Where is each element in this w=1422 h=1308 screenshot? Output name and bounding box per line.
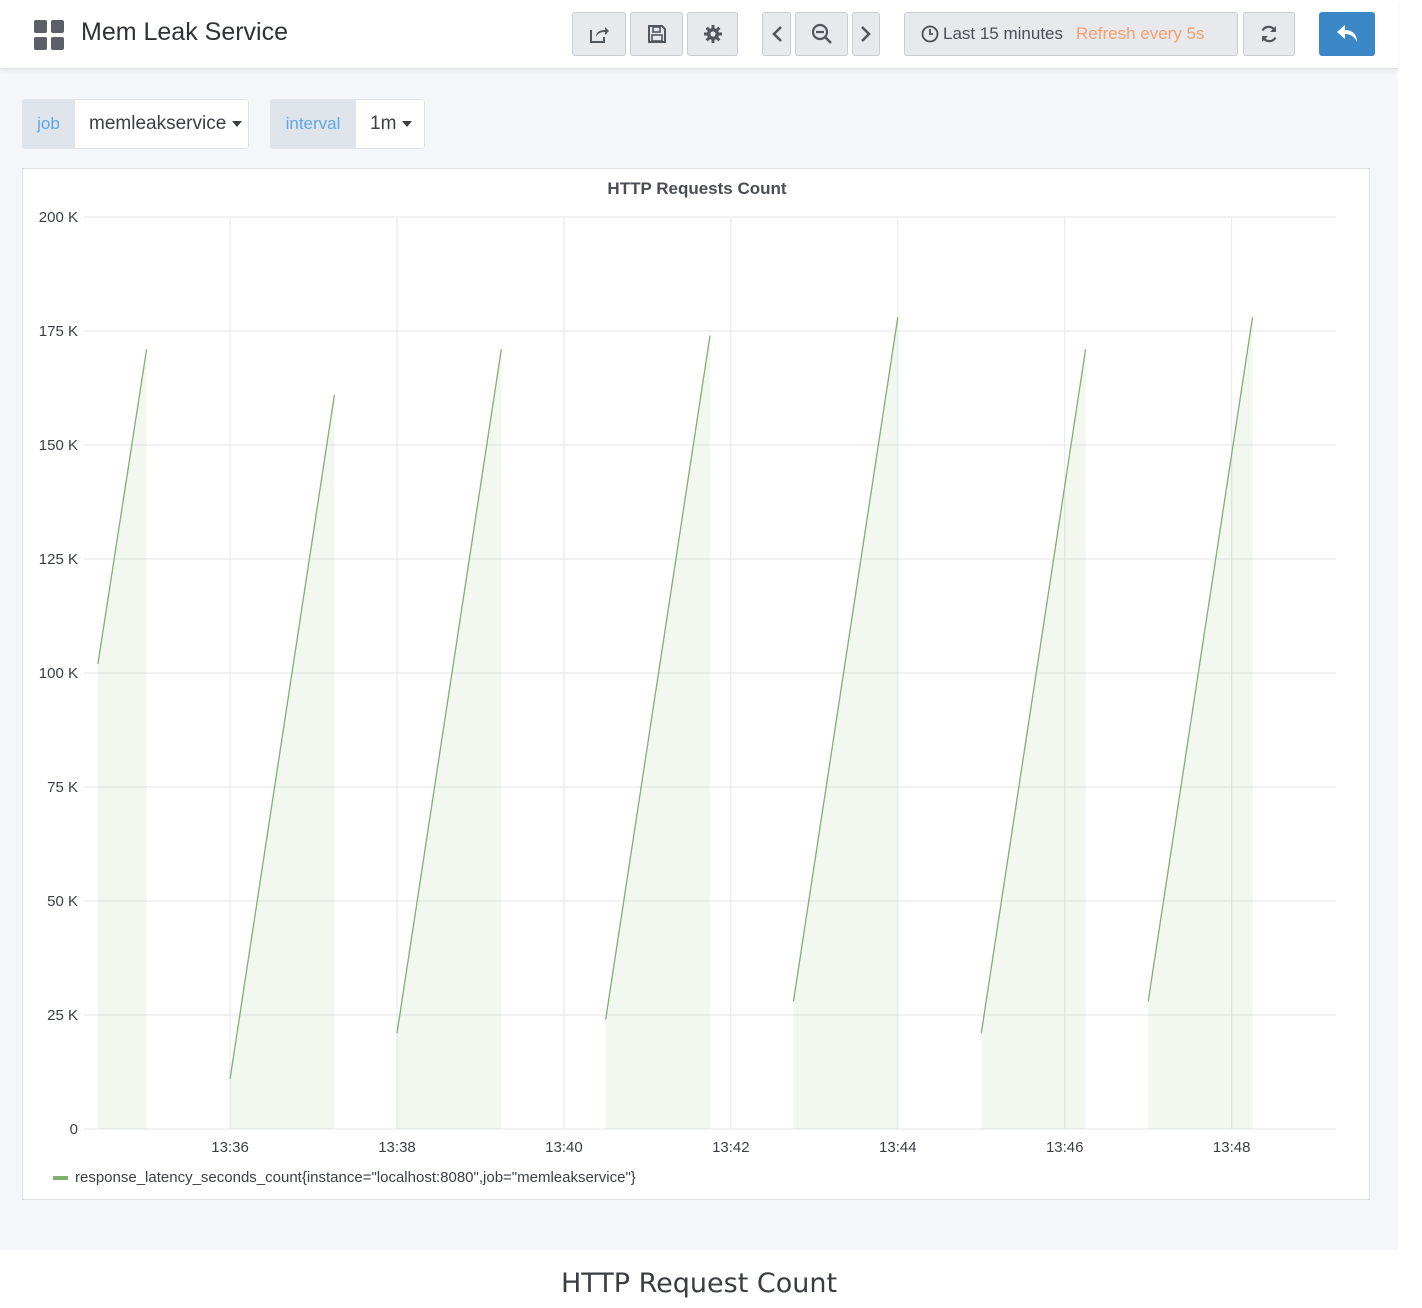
dashboard-grid-icon[interactable] xyxy=(34,20,64,50)
variable-interval: interval 1m xyxy=(270,99,425,149)
variable-job-dropdown[interactable]: memleakservice xyxy=(75,99,249,149)
y-tick-label: 75 K xyxy=(47,779,78,796)
x-tick-label: 13:38 xyxy=(378,1139,416,1156)
series-area-fill xyxy=(397,349,502,1129)
chart-legend[interactable]: response_latency_seconds_count{instance=… xyxy=(53,1169,636,1186)
time-range-label: Last 15 minutes xyxy=(943,24,1064,43)
series-area-fill xyxy=(605,335,710,1129)
series-area-fill xyxy=(981,349,1086,1129)
variable-job-value: memleakservice xyxy=(89,113,227,134)
variable-interval-value: 1m xyxy=(370,113,397,134)
dashboard-title[interactable]: Mem Leak Service xyxy=(81,18,288,47)
legend-swatch xyxy=(53,1175,68,1180)
series-area-fill xyxy=(230,394,335,1130)
share-icon xyxy=(590,27,609,43)
series-area-fill xyxy=(1148,317,1253,1129)
requests-chart: 0 25 K 50 K 75 K 100 K 125 K 150 K 175 K 200 K 1… xyxy=(39,209,1336,1156)
y-tick-label: 100 K xyxy=(39,665,78,682)
y-tick-label: 0 xyxy=(70,1121,78,1138)
caret-down-icon xyxy=(232,121,243,127)
x-tick-label: 13:44 xyxy=(879,1139,917,1156)
settings-button[interactable] xyxy=(687,12,738,56)
save-button[interactable] xyxy=(630,12,683,56)
x-tick-label: 13:42 xyxy=(712,1139,750,1156)
x-tick-label: 13:40 xyxy=(545,1139,583,1156)
refresh-interval-label: Refresh every 5s xyxy=(1076,24,1205,43)
chevron-left-icon xyxy=(771,26,782,42)
variable-job: job memleakservice xyxy=(22,99,249,149)
variable-interval-label: interval xyxy=(270,99,356,149)
back-arrow-icon xyxy=(1337,25,1357,42)
variable-job-label: job xyxy=(22,99,75,149)
time-back-button[interactable] xyxy=(762,12,791,56)
share-button[interactable] xyxy=(572,12,626,56)
chevron-right-icon xyxy=(861,26,871,42)
refresh-icon xyxy=(1261,25,1277,43)
y-tick-label: 125 K xyxy=(39,551,78,568)
x-tick-label: 13:48 xyxy=(1213,1139,1251,1156)
x-tick-label: 13:36 xyxy=(211,1139,249,1156)
time-picker[interactable]: Last 15 minutes Refresh every 5s xyxy=(904,12,1238,56)
caret-down-icon xyxy=(402,121,413,127)
top-navbar: Mem Leak Service Last 15 minutes Refresh… xyxy=(0,0,1398,69)
back-to-dashboard-button[interactable] xyxy=(1319,12,1375,56)
figure-caption: HTTP Request Count xyxy=(560,1268,838,1299)
zoom-out-button[interactable] xyxy=(795,12,848,56)
y-tick-label: 150 K xyxy=(39,437,78,454)
series-area-fill xyxy=(793,317,898,1129)
zoom-out-icon xyxy=(811,23,832,44)
legend-series-name: response_latency_seconds_count{instance=… xyxy=(75,1169,636,1186)
x-tick-label: 13:46 xyxy=(1046,1139,1084,1156)
y-tick-label: 200 K xyxy=(39,209,78,226)
variable-interval-dropdown[interactable]: 1m xyxy=(356,99,425,149)
refresh-button[interactable] xyxy=(1243,12,1295,56)
y-tick-label: 25 K xyxy=(47,1007,78,1024)
y-tick-label: 175 K xyxy=(39,323,78,340)
series-area-fill xyxy=(97,349,147,1129)
save-icon xyxy=(647,25,666,43)
time-forward-button[interactable] xyxy=(852,12,880,56)
graph-panel: HTTP Requests Count 0 25 K 50 K 75 K 100 K 12… xyxy=(22,168,1370,1200)
clock-icon xyxy=(921,25,939,43)
dashboard-app: Mem Leak Service Last 15 minutes Refresh… xyxy=(0,0,1398,1250)
gear-icon xyxy=(703,25,722,43)
y-tick-label: 50 K xyxy=(47,893,78,910)
